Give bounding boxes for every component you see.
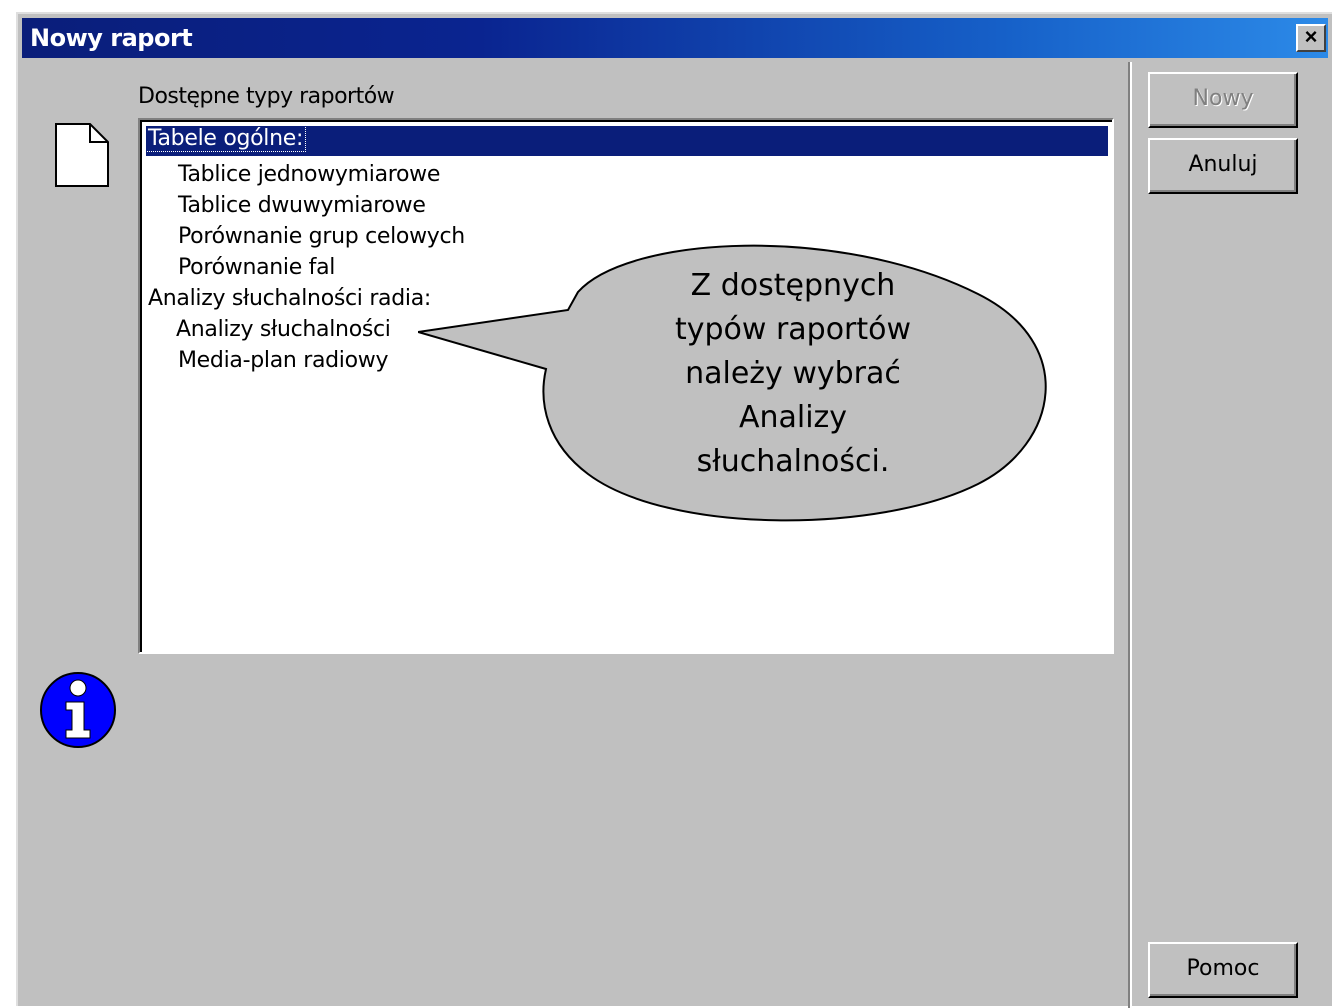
dialog-window: Nowy raport × Dostępne typy raportów Tab…: [16, 12, 1332, 1008]
new-button[interactable]: Nowy: [1148, 72, 1298, 128]
list-item[interactable]: Tablice dwuwymiarowe: [178, 193, 426, 218]
list-label: Dostępne typy raportów: [138, 84, 395, 109]
close-button[interactable]: ×: [1296, 24, 1326, 52]
window-title: Nowy raport: [30, 24, 193, 52]
close-icon: ×: [1304, 24, 1318, 49]
info-icon: [38, 670, 118, 755]
help-button[interactable]: Pomoc: [1148, 942, 1298, 998]
cancel-button[interactable]: Anuluj: [1148, 138, 1298, 194]
document-icon: [54, 122, 110, 193]
title-bar[interactable]: Nowy raport ×: [22, 18, 1328, 58]
list-item-tabele-ogolne[interactable]: Tabele ogólne:: [144, 125, 1108, 156]
list-item[interactable]: Media-plan radiowy: [178, 348, 388, 373]
list-item[interactable]: Porównanie fal: [178, 255, 335, 280]
callout-text: Z dostępnych typów raportów należy wybra…: [674, 268, 912, 479]
vertical-divider: [1128, 62, 1132, 1008]
list-item-category[interactable]: Analizy słuchalności radia:: [148, 286, 431, 311]
list-item[interactable]: Tablice jednowymiarowe: [178, 162, 440, 187]
list-item-analizy-sluchalnosci[interactable]: Analizy słuchalności: [176, 317, 391, 342]
